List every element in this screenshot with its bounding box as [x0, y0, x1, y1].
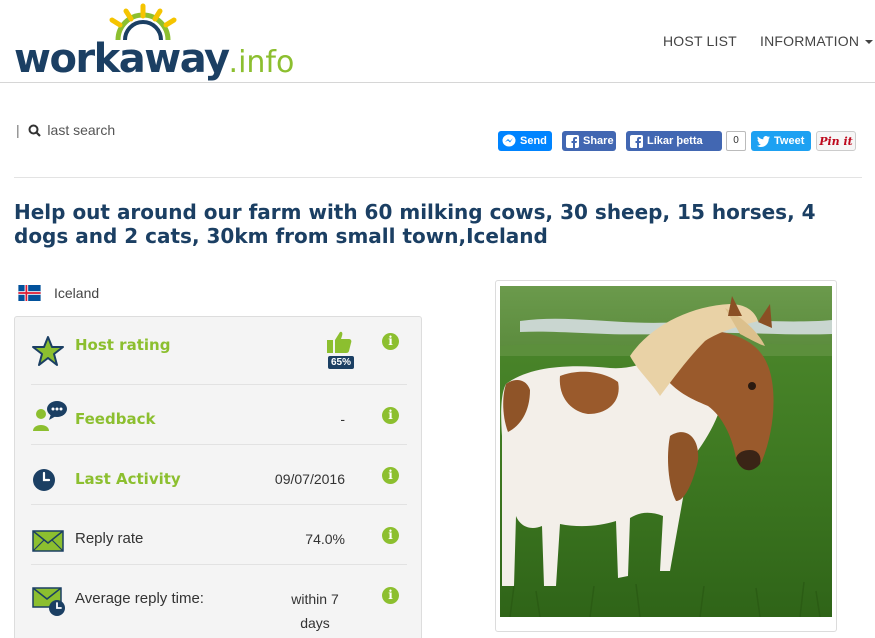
- info-icon[interactable]: i: [382, 407, 399, 424]
- feedback-label[interactable]: Feedback: [75, 410, 155, 428]
- reply-rate-label: Reply rate: [75, 530, 144, 547]
- info-icon[interactable]: i: [382, 467, 399, 484]
- rating-percent-badge: 65%: [328, 356, 355, 369]
- country-name: Iceland: [54, 285, 100, 301]
- search-icon: [28, 124, 41, 137]
- envelope-clock-icon: [32, 587, 65, 616]
- feedback-value: -: [340, 411, 345, 427]
- star-icon: [32, 336, 64, 366]
- stat-row-reply-rate: Reply rate 74.0% i: [31, 505, 407, 565]
- envelope-icon: [32, 530, 64, 552]
- country-link[interactable]: Iceland: [18, 285, 99, 301]
- like-count: 0: [726, 131, 746, 151]
- separator: |: [16, 122, 20, 138]
- facebook-icon: [566, 134, 579, 148]
- info-icon[interactable]: i: [382, 587, 399, 604]
- stat-row-feedback: Feedback - i: [31, 385, 407, 445]
- iceland-flag-icon: [18, 285, 41, 301]
- last-search-label: last search: [47, 122, 116, 138]
- clock-icon: [33, 469, 55, 491]
- messenger-icon: [502, 134, 516, 148]
- last-activity-value: 09/07/2016: [274, 471, 345, 487]
- stat-row-last-activity: Last Activity 09/07/2016 i: [31, 445, 407, 505]
- like-label: Líkar þetta: [647, 135, 703, 147]
- logo-wordmark: workaway.info: [14, 36, 295, 82]
- info-icon[interactable]: i: [382, 333, 399, 350]
- messenger-send-button[interactable]: Send: [498, 131, 552, 151]
- tweet-label: Tweet: [774, 135, 805, 147]
- facebook-share-button[interactable]: Share: [562, 131, 616, 151]
- facebook-icon: [630, 134, 643, 148]
- share-label: Share: [583, 135, 614, 147]
- stat-row-average-reply-time: Average reply time: within 7 days i: [31, 565, 407, 638]
- page-title: Help out around our farm with 60 milking…: [14, 200, 816, 248]
- caret-down-icon: [865, 40, 874, 45]
- info-icon[interactable]: i: [382, 527, 399, 544]
- host-photo-frame[interactable]: [495, 280, 837, 632]
- nav-information[interactable]: INFORMATION: [760, 33, 874, 49]
- last-activity-label[interactable]: Last Activity: [75, 470, 181, 488]
- feedback-icon: [33, 401, 67, 431]
- workaway-logo[interactable]: workaway.info: [14, 2, 294, 82]
- stat-row-host-rating: Host rating 65% i: [31, 317, 407, 385]
- reply-rate-value: 74.0%: [305, 531, 345, 547]
- site-header: workaway.info HOST LIST INFORMATION: [0, 0, 875, 83]
- last-search-link[interactable]: | last search: [16, 122, 115, 138]
- divider: [14, 177, 862, 178]
- host-rating-label[interactable]: Host rating: [75, 336, 170, 354]
- tweet-button[interactable]: Tweet: [751, 131, 811, 151]
- send-label: Send: [520, 135, 547, 147]
- facebook-like-button[interactable]: Líkar þetta: [626, 131, 722, 151]
- average-reply-time-value: within 7 days: [291, 591, 339, 631]
- pinterest-pin-button[interactable]: Pin it: [816, 131, 856, 151]
- nav-host-list[interactable]: HOST LIST: [663, 33, 737, 49]
- host-stats-panel: Host rating 65% i Feedback - i Last Acti…: [14, 316, 422, 638]
- thumbs-up-icon: [327, 331, 352, 353]
- twitter-bird-icon: [757, 135, 770, 147]
- average-reply-time-label: Average reply time:: [75, 590, 204, 607]
- horse-photo: [500, 286, 832, 617]
